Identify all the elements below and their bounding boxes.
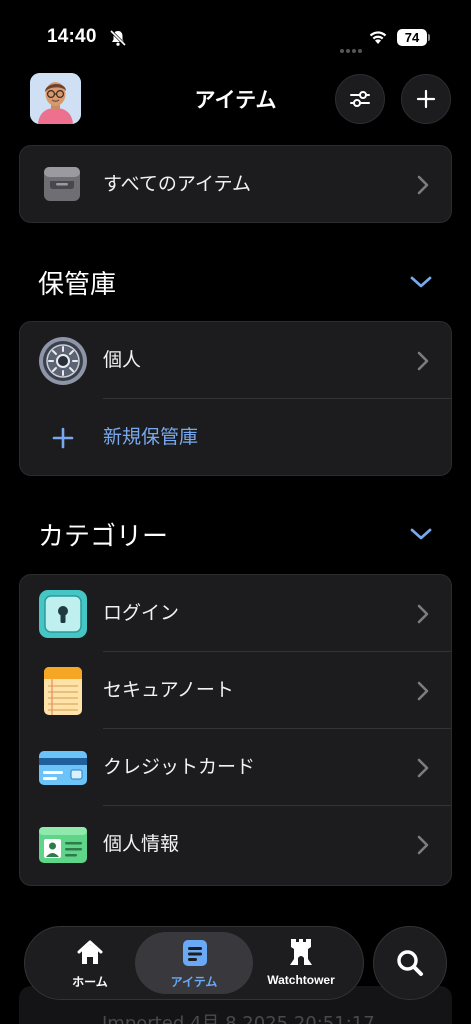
status-time: 14:40 [47,26,97,47]
vault-row-personal[interactable]: 個人 [20,322,451,399]
identity-card-icon [39,827,87,863]
tab-label: ホーム [72,975,108,989]
chevron-right-icon [417,835,429,855]
secure-note-icon [44,667,82,715]
add-item-button[interactable] [401,74,451,124]
watchtower-icon [290,939,312,965]
category-label: 個人情報 [103,833,180,855]
tab-label: Watchtower [267,973,335,987]
chevron-down-icon[interactable] [409,527,433,541]
search-icon [397,950,423,976]
login-keyhole-icon [39,590,87,638]
category-label: ログイン [103,602,180,624]
sliders-icon [350,91,370,107]
categories-card: ログイン セキュアノート クレジットカード 個人情報 [19,574,452,886]
tray-icon [44,167,80,201]
tab-bar: ホーム アイテム Watchtower [24,926,364,1000]
imported-item-label: Imported 4月 8 2025 20:51:17 [102,1013,375,1024]
chevron-right-icon [417,681,429,701]
all-items-label: すべてのアイテム [103,173,252,195]
plus-icon [416,89,436,109]
battery-icon: 74 [397,29,427,46]
items-icon [183,940,207,966]
tab-label: アイテム [170,975,218,989]
chevron-right-icon [417,758,429,778]
chevron-right-icon [417,175,429,195]
bell-slash-icon [109,29,127,47]
category-row-secure-note[interactable]: セキュアノート [20,652,451,729]
search-button[interactable] [373,926,447,1000]
categories-section-title: カテゴリー [38,522,169,552]
tab-items[interactable]: アイテム [135,927,253,999]
filter-button[interactable] [335,74,385,124]
tab-watchtower[interactable]: Watchtower [253,927,349,999]
chevron-down-icon[interactable] [409,275,433,289]
vaults-card: 個人 新規保管庫 [19,321,452,476]
category-row-identity[interactable]: 個人情報 [20,806,451,883]
status-bar: 14:40 74 [0,0,471,70]
new-vault-label: 新規保管庫 [103,426,199,448]
battery-tip [428,34,430,41]
all-items-card: すべてのアイテム [19,145,452,223]
app-screen: 14:40 74 アイテム すべてのアイテム 保管庫 個人 新規保管庫 カテゴリ… [0,0,471,1024]
home-icon [77,940,103,964]
tab-home[interactable]: ホーム [45,927,135,999]
cellular-icon [340,38,364,57]
vault-dial-icon [39,337,87,385]
vault-label: 個人 [103,349,142,371]
category-row-login[interactable]: ログイン [20,575,451,652]
new-vault-row[interactable]: 新規保管庫 [20,399,451,475]
vaults-section-title: 保管庫 [38,270,117,300]
chevron-right-icon [417,604,429,624]
plus-icon [52,427,74,449]
category-label: クレジットカード [103,756,256,778]
category-label: セキュアノート [103,679,234,701]
category-row-credit-card[interactable]: クレジットカード [20,729,451,806]
all-items-row[interactable]: すべてのアイテム [20,146,451,222]
credit-card-icon [39,751,87,785]
chevron-right-icon [417,351,429,371]
wifi-icon [369,31,387,44]
